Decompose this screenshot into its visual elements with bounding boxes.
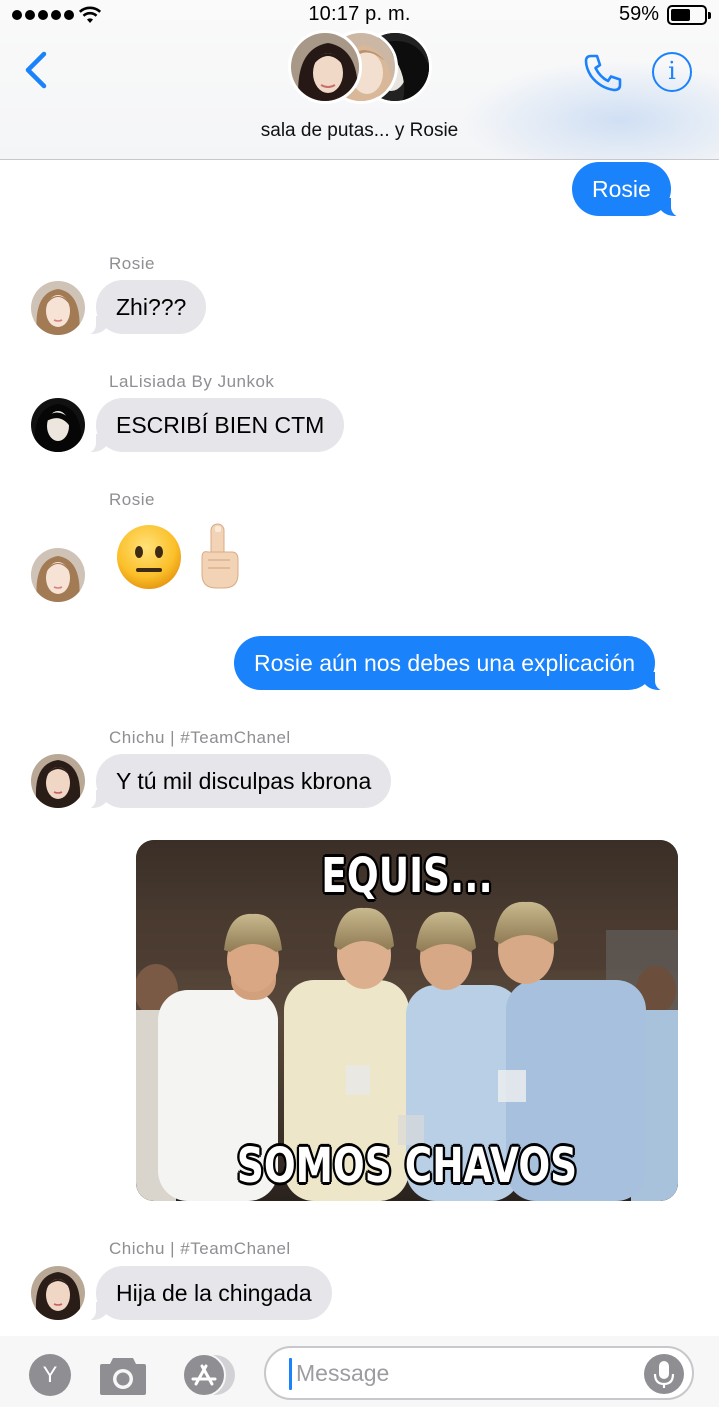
middle-finger-emoji bbox=[201, 523, 239, 589]
sender-avatar[interactable] bbox=[31, 281, 85, 335]
message-sender-name: Rosie bbox=[109, 490, 155, 509]
incoming-message-bubble[interactable]: Y tú mil disculpas kbrona bbox=[85, 754, 392, 809]
group-avatars[interactable] bbox=[288, 30, 438, 108]
battery-icon bbox=[667, 5, 711, 25]
neutral-face-emoji bbox=[117, 525, 181, 589]
meme-top-caption: EQUIS... bbox=[321, 848, 493, 904]
status-bar: 10:17 p. m. 59% bbox=[0, 0, 719, 30]
sender-avatar[interactable] bbox=[31, 754, 85, 808]
group-avatar-1 bbox=[288, 30, 362, 104]
sender-avatar[interactable] bbox=[31, 1266, 85, 1320]
image-message[interactable]: EQUIS... SOMOS CHAVOS bbox=[136, 840, 678, 1201]
status-time: 10:17 p. m. bbox=[308, 3, 411, 25]
microphone-icon bbox=[653, 1361, 675, 1388]
incoming-message-bubble[interactable]: Hija de la chingada bbox=[86, 1266, 332, 1321]
outgoing-message-bubble[interactable]: Rosie bbox=[572, 162, 681, 217]
emoji-message[interactable] bbox=[114, 522, 242, 592]
chevron-left-icon bbox=[25, 51, 47, 89]
microphone-button[interactable] bbox=[644, 1354, 684, 1394]
incoming-message-bubble[interactable]: ESCRIBÍ BIEN CTM bbox=[85, 398, 345, 453]
message-sender-name: Chichu | #TeamChanel bbox=[109, 728, 291, 747]
info-button[interactable]: i bbox=[652, 52, 692, 92]
message-sender-name: Chichu | #TeamChanel bbox=[109, 1239, 291, 1258]
message-input[interactable] bbox=[264, 1346, 694, 1400]
battery-percent: 59% bbox=[618, 3, 659, 25]
meme-bottom-caption: SOMOS CHAVOS bbox=[236, 1138, 578, 1194]
conversation-header: 10:17 p. m. 59% sala de putas... y Rosie… bbox=[0, 0, 719, 160]
call-button[interactable] bbox=[582, 52, 624, 94]
camera-icon[interactable] bbox=[99, 1354, 147, 1396]
message-input-bar: Y bbox=[0, 1336, 719, 1407]
sender-avatar[interactable] bbox=[31, 398, 85, 452]
app-y-icon[interactable]: Y bbox=[29, 1354, 71, 1396]
text-cursor bbox=[289, 1358, 292, 1390]
phone-icon bbox=[584, 54, 622, 92]
back-button[interactable] bbox=[20, 50, 54, 90]
message-sender-name: Rosie bbox=[109, 254, 155, 273]
app-store-icon[interactable] bbox=[179, 1352, 239, 1398]
sender-avatar[interactable] bbox=[31, 548, 85, 602]
group-title[interactable]: sala de putas... y Rosie bbox=[0, 120, 719, 142]
message-sender-name: LaLisiada By Junkok bbox=[109, 372, 275, 391]
outgoing-message-bubble[interactable]: Rosie aún nos debes una explicación bbox=[234, 636, 666, 691]
incoming-message-bubble[interactable]: Zhi??? bbox=[85, 280, 207, 335]
